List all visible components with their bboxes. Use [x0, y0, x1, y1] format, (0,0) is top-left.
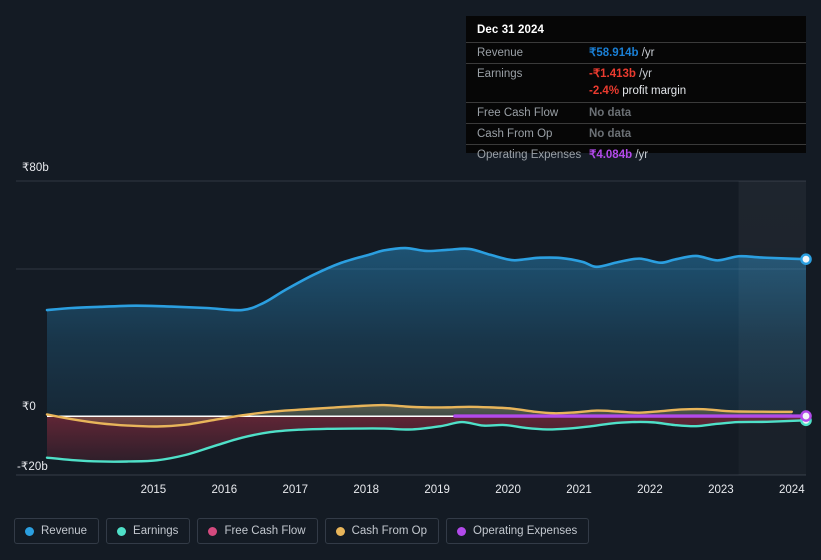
x-axis-tick-2021: 2021	[566, 484, 592, 496]
tooltip-row-amount: ₹4.084b	[589, 149, 633, 161]
legend-item-earnings[interactable]: Earnings	[106, 518, 191, 544]
tooltip-row-value: -2.4% profit margin	[589, 84, 686, 98]
tooltip-row-unit: /yr	[638, 47, 655, 59]
tooltip-row-value: ₹58.914b /yr	[589, 46, 655, 60]
financial-chart-widget: ₹80b ₹0 -₹20b 2015 2016 2017 2018 2019 2020 20…	[0, 0, 821, 560]
tooltip-row: Operating Expenses ₹4.084b /yr	[466, 144, 806, 165]
legend-item-free-cash-flow[interactable]: Free Cash Flow	[197, 518, 318, 544]
chart-legend: Revenue Earnings Free Cash Flow Cash From O…	[14, 518, 590, 544]
tooltip-row-value: -₹1.413b /yr	[589, 67, 652, 81]
tooltip-row-label: Earnings	[477, 68, 523, 80]
x-axis-tick-2017: 2017	[282, 484, 309, 496]
legend-item-label: Cash From Op	[351, 525, 428, 537]
x-axis-tick-2019: 2019	[424, 484, 450, 496]
legend-item-label: Operating Expenses	[473, 525, 578, 537]
tooltip-row-label: Revenue	[477, 47, 524, 59]
y-axis-label-neg20b: -₹20b	[17, 461, 48, 473]
x-axis-tick-2016: 2016	[211, 484, 238, 496]
tooltip-rows: Revenue ₹58.914b /yr Earnings -₹1.413b /yr -…	[466, 42, 806, 165]
tooltip-row-amount: No data	[589, 107, 632, 119]
legend-item-revenue[interactable]: Revenue	[14, 518, 100, 544]
data-tooltip: Dec 31 2024 Revenue ₹58.914b /yr Earnings -…	[466, 16, 806, 161]
tooltip-row: Free Cash Flow No data	[466, 102, 806, 123]
tooltip-row: -2.4% profit margin	[466, 84, 806, 102]
tooltip-row-amount: -₹1.413b	[589, 68, 636, 80]
x-axis-tick-2024: 2024	[779, 484, 805, 496]
legend-item-label: Earnings	[133, 525, 179, 537]
tooltip-row-amount: -2.4%	[589, 85, 620, 97]
x-axis-tick-2023: 2023	[708, 484, 734, 496]
x-axis-tick-2020: 2020	[495, 484, 521, 496]
x-axis-tick-2018: 2018	[353, 484, 379, 496]
legend-color-swatch-icon	[457, 526, 467, 536]
tooltip-row-label: Cash From Op	[477, 128, 553, 140]
legend-item-label: Free Cash Flow	[224, 525, 306, 537]
tooltip-row: Cash From Op No data	[466, 123, 806, 144]
legend-item-operating-expenses[interactable]: Operating Expenses	[446, 518, 590, 544]
tooltip-row-unit: /yr	[632, 149, 649, 161]
tooltip-row-value: No data	[589, 127, 631, 141]
tooltip-row-unit: profit margin	[619, 85, 687, 97]
tooltip-row-value: No data	[589, 106, 631, 120]
legend-color-swatch-icon	[335, 526, 345, 536]
tooltip-row-unit: /yr	[635, 68, 652, 80]
legend-color-swatch-icon	[25, 526, 34, 536]
y-axis-label-0: ₹0	[22, 401, 36, 413]
y-axis-label-80b: ₹80b	[22, 162, 49, 174]
tooltip-row-amount: ₹58.914b	[589, 47, 639, 59]
tooltip-row: Revenue ₹58.914b /yr	[466, 42, 806, 63]
legend-item-label: Revenue	[41, 525, 88, 537]
x-axis-tick-2022: 2022	[637, 484, 663, 496]
tooltip-row-label: Operating Expenses	[477, 149, 582, 161]
legend-color-swatch-icon	[208, 526, 218, 536]
tooltip-row: Earnings -₹1.413b /yr	[466, 63, 806, 84]
legend-item-cash-from-op[interactable]: Cash From Op	[324, 518, 440, 544]
tooltip-row-label: Free Cash Flow	[477, 107, 559, 119]
tooltip-row-amount: No data	[589, 128, 632, 140]
legend-color-swatch-icon	[117, 526, 127, 536]
x-axis-tick-2015: 2015	[140, 484, 167, 496]
tooltip-date-title: Dec 31 2024	[477, 24, 544, 36]
tooltip-row-value: ₹4.084b /yr	[589, 148, 648, 162]
